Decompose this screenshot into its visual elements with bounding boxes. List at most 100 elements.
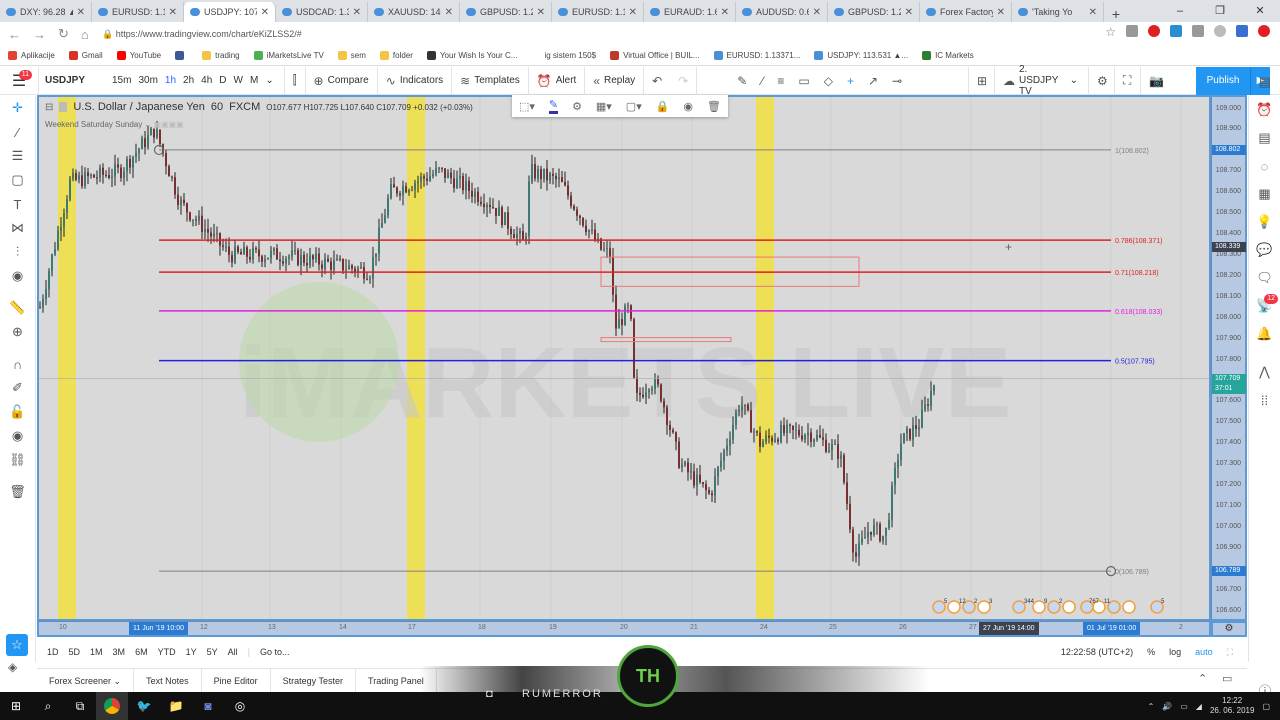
settings-button[interactable]: ⚙ [1088,66,1116,95]
clone-icon[interactable]: ▢▾ [626,100,642,113]
range-3M[interactable]: 3M [113,647,126,657]
rectangle-icon[interactable]: ▭ [798,74,809,88]
bookmark-item[interactable]: USDJPY: 113.531 ▲... [814,51,908,60]
legend-title[interactable]: U.S. Dollar / Japanese Yen [73,101,204,113]
trash-icon[interactable]: 🗑 [707,100,721,113]
app-icon[interactable]: 🐦 [128,692,160,720]
chart-settings-button[interactable]: ⚙ [1211,621,1247,637]
close-tab-icon[interactable]: ✕ [997,7,1005,18]
fib-tool[interactable]: ☰ [0,144,35,168]
extension-icon[interactable] [1192,25,1204,37]
percent-scale-button[interactable]: % [1147,647,1155,657]
bookmark-item[interactable]: Aplikacije [8,51,55,60]
replay-button[interactable]: «Replay [584,66,643,95]
bottom-tab[interactable]: Text Notes [134,668,202,693]
bookmark-item[interactable]: EURUSD: 1.13371... [713,51,800,60]
remove-drawings-tool[interactable]: 🗑 [0,480,35,504]
order-panel-button[interactable]: ⁞⁞ [1249,386,1280,414]
streams-button[interactable]: 📡 12 [1249,292,1280,320]
extension-icon[interactable] [1236,25,1248,37]
browser-tab[interactable]: EURAUD: 1.62 ✕ [644,2,736,22]
bookmark-item[interactable]: Virtual Office | BUIL... [610,51,700,60]
taskbar-clock[interactable]: 12:22 26. 06. 2019 [1210,696,1254,716]
browser-tab[interactable]: USDCAD: 1.31 ✕ [276,2,368,22]
reload-icon[interactable]: ↻ [58,26,69,42]
crosshair-icon[interactable]: + [847,74,854,88]
file-explorer-icon[interactable]: 📁 [160,692,192,720]
redo-button[interactable]: ↷ [670,67,696,95]
browser-tab[interactable]: EURUSD: 1.13 ✕ [552,2,644,22]
collapse-panel-button[interactable]: ⌃ [1198,672,1207,685]
eye-icon[interactable]: ◉ [683,100,693,113]
close-tab-icon[interactable]: ✕ [721,7,729,18]
ideas-button[interactable]: 💡 [1249,208,1280,236]
close-tab-icon[interactable]: ✕ [169,7,177,18]
close-tab-icon[interactable]: ✕ [813,7,821,18]
bookmark-item[interactable]: YouTube [116,51,161,60]
close-tab-icon[interactable]: ✕ [445,7,453,18]
extension-icon[interactable] [1214,25,1226,37]
interval-D[interactable]: D [219,75,226,86]
close-tab-icon[interactable]: ✕ [1089,7,1097,18]
prediction-tool[interactable]: ⫶ [0,240,35,264]
interval-W[interactable]: W [234,75,243,86]
private-chat-button[interactable]: 🗨 [1249,264,1280,292]
url-field[interactable]: 🔒 https://www.tradingview.com/chart/eKiZ… [90,25,1120,43]
back-icon[interactable]: ← [8,27,21,42]
chart-type-button[interactable]: ⫿ [283,66,305,95]
wifi-icon[interactable]: ◢ [1196,702,1202,711]
bottom-tab[interactable]: Pine Editor [202,668,271,693]
undo-button[interactable]: ↶ [643,66,670,95]
range-5D[interactable]: 5D [69,647,81,657]
icons-tool[interactable]: ◉ [0,264,35,288]
star-icon[interactable]: ☆ [1105,25,1116,39]
trendline-tool[interactable]: ⁄ [0,120,35,144]
chart-pane[interactable]: iMARKETS LIVE 1(108.802) 0.786(108.371) 0.7… [37,95,1211,621]
range-6M[interactable]: 6M [135,647,148,657]
new-tab-button[interactable]: + [1104,6,1128,22]
time-axis[interactable]: 10 12 13 14 17 18 19 20 21 24 25 26 27 2 11 Jun '19 10… [37,621,1211,637]
log-scale-button[interactable]: log [1169,647,1181,657]
browser-tab[interactable]: 'Taking Yo ✕ [1012,2,1104,22]
main-menu-button[interactable]: ☰ 11 [0,67,38,95]
range-1M[interactable]: 1M [90,647,103,657]
opera-icon[interactable] [1148,25,1160,37]
chart-canvas[interactable]: iMARKETS LIVE1(108.802)0.786(108.371)0.7… [39,97,1209,619]
obs-icon[interactable]: ◎ [224,692,256,720]
discord-icon[interactable]: ◙ [192,692,224,720]
pattern-icon[interactable]: ◇ [824,74,833,88]
price-axis[interactable]: 109.000 108.900 108.700 108.600 108.500 108.4… [1211,95,1247,621]
data-window-button[interactable]: ▤ [1249,124,1280,152]
snapshot-button[interactable]: 📷 [1140,66,1172,95]
close-tab-icon[interactable]: ✕ [77,7,85,18]
extension-icon[interactable] [1170,25,1182,37]
bottom-tab[interactable]: Forex Screener ⌄ [37,668,135,693]
watchlist-fav-button[interactable]: ☆ [6,634,28,656]
bookmark-item[interactable]: ig sistem 150$ [531,51,596,60]
goto-button[interactable]: Go to... [260,647,290,657]
auto-scale-button[interactable]: auto [1195,647,1213,657]
interval-2h[interactable]: 2h [183,75,194,86]
search-icon[interactable]: ⌕ [32,692,64,720]
depth-button[interactable]: ⋀ [1249,358,1280,386]
volume-icon[interactable]: 🔊 [1162,702,1172,711]
sync-drawings-tool[interactable]: ⛓ [0,448,35,472]
calendar-button[interactable]: ▦ [1249,180,1280,208]
color-picker-icon[interactable]: ✎ [548,98,559,114]
browser-tab[interactable]: DXY: 96.28 ▲ ✕ [0,2,92,22]
range-5Y[interactable]: 5Y [207,647,218,657]
alert-button[interactable]: ⏰ Alert [527,66,585,95]
restore-button[interactable]: ❐ [1200,0,1240,22]
lock-icon[interactable]: 🔒 [656,100,670,113]
bookmark-item[interactable]: folder [379,51,413,60]
browser-tab[interactable]: EURUSD: 1.13 ✕ [92,2,184,22]
hotlist-button[interactable]: ◌ [1249,152,1280,180]
watchlist-button[interactable]: ▤ [1249,68,1280,96]
bottom-tab[interactable]: Strategy Tester [271,668,357,693]
text-tool[interactable]: T [0,192,35,216]
bookmark-item[interactable]: Your Wish Is Your C... [426,51,517,60]
measure-tool[interactable]: 📏 [0,296,35,320]
chrome-icon[interactable] [96,692,128,720]
close-window-button[interactable]: ✕ [1240,0,1280,22]
task-view-icon[interactable]: ⧉ [64,692,96,720]
